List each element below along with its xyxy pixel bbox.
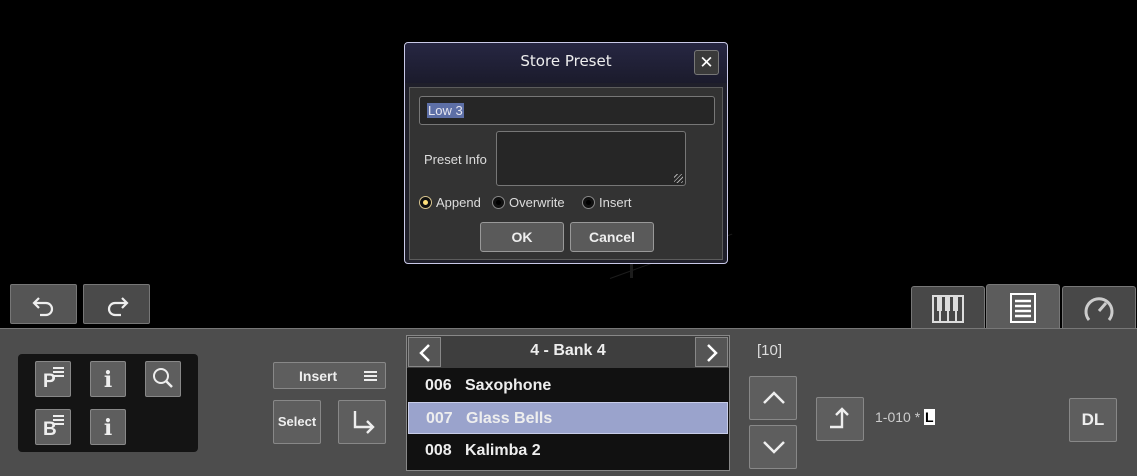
resize-grip-icon[interactable] <box>674 174 683 183</box>
enter-button[interactable] <box>338 400 386 444</box>
search-button[interactable] <box>145 361 181 397</box>
preset-name: Saxophone <box>465 377 552 394</box>
menu-lines-icon <box>53 367 64 377</box>
ok-button[interactable]: OK <box>480 222 564 252</box>
bank-menu-button[interactable]: B <box>35 409 71 445</box>
cancel-button[interactable]: Cancel <box>570 222 654 252</box>
tab-controls[interactable] <box>1062 286 1136 330</box>
dialog-header: Store Preset ✕ <box>405 43 727 83</box>
close-button[interactable]: ✕ <box>694 50 719 75</box>
tab-presets[interactable] <box>986 284 1060 330</box>
radio-append[interactable]: Append <box>419 195 481 210</box>
preset-count: [10] <box>757 342 783 359</box>
preset-info-label: Preset Info <box>424 152 487 167</box>
radio-append-label: Append <box>436 195 481 210</box>
dialog-title: Store Preset <box>520 52 612 70</box>
jump-button[interactable] <box>816 397 864 441</box>
next-bank-button[interactable] <box>695 337 728 367</box>
insert-mode-label: Insert <box>299 368 338 384</box>
position-value: 1-010 * <box>875 409 921 425</box>
preset-row[interactable]: 008 Kalimba 2 <box>408 435 728 467</box>
enter-arrow-icon <box>353 411 375 434</box>
redo-arrow-icon <box>107 297 129 317</box>
store-mode-group: Append Overwrite Insert <box>410 195 722 215</box>
undo-button[interactable] <box>10 284 77 324</box>
scroll-up-button[interactable] <box>749 376 797 420</box>
preset-number: 007 <box>426 410 453 427</box>
preset-position: 1-010 * L <box>875 409 935 425</box>
preset-name-input[interactable]: Low 3 <box>419 96 715 125</box>
menu-lines-icon <box>53 415 64 425</box>
text-cursor: L <box>924 409 935 425</box>
dl-button[interactable]: DL <box>1069 398 1117 442</box>
preset-name: Kalimba 2 <box>465 442 541 459</box>
preset-info-textarea[interactable] <box>496 131 686 186</box>
undo-arrow-icon <box>32 297 54 317</box>
radio-insert[interactable]: Insert <box>582 195 632 210</box>
tab-keyboard[interactable] <box>911 286 985 330</box>
radio-insert-label: Insert <box>599 195 632 210</box>
preset-menu-button[interactable]: P <box>35 361 71 397</box>
insert-mode-button[interactable]: Insert <box>273 362 386 389</box>
preset-row[interactable]: 006 Saxophone <box>408 370 728 402</box>
background-line <box>630 264 633 278</box>
select-button[interactable]: Select <box>273 400 321 444</box>
hamburger-icon <box>364 371 377 381</box>
radio-overwrite[interactable]: Overwrite <box>492 195 565 210</box>
radio-unselected-icon <box>492 196 505 209</box>
dialog-body: Low 3 Preset Info Append Overwrite Inser… <box>409 87 723 260</box>
chevron-down-icon <box>763 441 785 454</box>
radio-unselected-icon <box>582 196 595 209</box>
search-icon <box>153 368 173 388</box>
scroll-down-button[interactable] <box>749 425 797 469</box>
chevron-up-icon <box>763 391 785 404</box>
preset-list: 4 - Bank 4 006 Saxophone 007 Glass Bells 0… <box>406 335 730 471</box>
close-icon: ✕ <box>699 53 714 72</box>
preset-list-icon <box>1010 292 1036 323</box>
prev-bank-button[interactable] <box>408 337 441 367</box>
preset-tools-group: P i B i <box>18 354 198 452</box>
bank-title: 4 - Bank 4 <box>530 342 606 359</box>
chevron-left-icon <box>419 344 430 362</box>
bank-info-button[interactable]: i <box>90 409 126 445</box>
preset-number: 008 <box>425 442 452 459</box>
chevron-right-icon <box>707 344 718 362</box>
preset-row-selected[interactable]: 007 Glass Bells <box>408 402 728 434</box>
preset-number: 006 <box>425 377 452 394</box>
preset-name-value: Low 3 <box>427 103 464 118</box>
preset-info-button[interactable]: i <box>90 361 126 397</box>
info-icon: i <box>103 367 113 393</box>
info-icon: i <box>103 415 113 441</box>
radio-selected-icon <box>419 196 432 209</box>
bank-header: 4 - Bank 4 <box>407 336 729 368</box>
preset-name: Glass Bells <box>466 410 553 427</box>
store-preset-dialog: Store Preset ✕ Low 3 Preset Info Append … <box>404 42 728 264</box>
jump-arrow-icon <box>830 407 849 429</box>
piano-keyboard-icon <box>932 294 964 323</box>
dial-icon <box>1084 296 1114 321</box>
redo-button[interactable] <box>83 284 150 324</box>
preset-browser-panel: P i B i Insert Select 4 - Bank 4 006 Sax… <box>0 328 1137 476</box>
radio-overwrite-label: Overwrite <box>509 195 565 210</box>
